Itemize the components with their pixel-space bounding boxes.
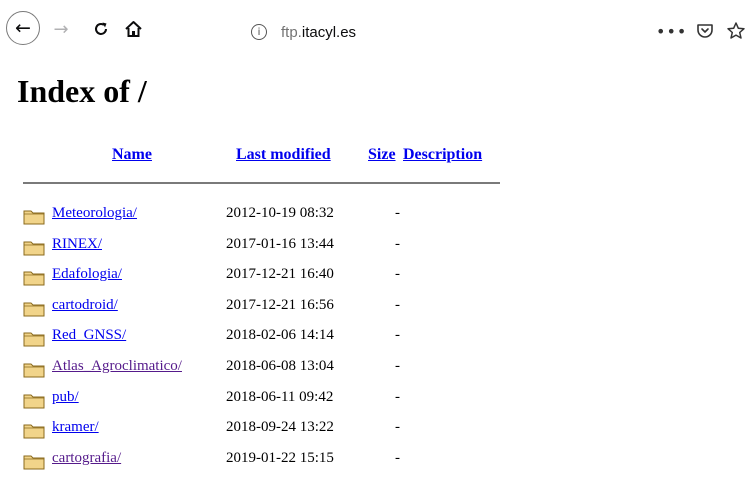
forward-button[interactable]: → [50,18,72,40]
last-modified: 2018-06-08 13:04 [226,358,334,374]
file-row: cartografia/2019-01-22 15:15 - [23,449,523,471]
last-modified: 2018-09-24 13:22 [226,419,334,435]
arrow-left-icon: ← [15,16,31,39]
folder-icon [23,210,45,225]
folder-icon [23,271,45,286]
file-row: Atlas_Agroclimatico/2018-06-08 13:04 - [23,357,523,379]
file-size: - [395,450,400,466]
arrow-right-icon: → [53,18,69,40]
info-icon[interactable]: i [251,24,267,40]
reload-button[interactable] [90,19,112,39]
page-title: Index of / [17,73,147,109]
file-link[interactable]: cartodroid/ [52,297,118,314]
file-row: Meteorologia/2012-10-19 08:32 - [23,204,523,226]
folder-icon [23,455,45,470]
column-header-last-modified[interactable]: Last modified [236,146,331,164]
file-link[interactable]: Atlas_Agroclimatico/ [52,358,182,375]
file-link[interactable]: Edafologia/ [52,266,122,283]
file-size: - [395,205,400,221]
browser-toolbar: ← → i ftp.itacyl.es ••• [0,0,756,68]
file-row: pub/2018-06-11 09:42 - [23,388,523,410]
folder-icon [23,363,45,378]
last-modified: 2018-02-06 14:14 [226,327,334,343]
folder-icon [23,332,45,347]
last-modified: 2017-01-16 13:44 [226,236,334,252]
file-row: cartodroid/2017-12-21 16:56 - [23,296,523,318]
header-divider [23,182,500,184]
url-bar[interactable]: i ftp.itacyl.es [234,18,646,46]
file-link[interactable]: pub/ [52,389,79,406]
folder-icon [23,241,45,256]
file-size: - [395,236,400,252]
file-link[interactable]: Red_GNSS/ [52,327,126,344]
file-size: - [395,297,400,313]
file-row: Red_GNSS/2018-02-06 14:14 - [23,326,523,348]
last-modified: 2017-12-21 16:56 [226,297,334,313]
last-modified: 2012-10-19 08:32 [226,205,334,221]
bookmark-star-icon[interactable] [726,21,746,41]
home-icon [124,21,142,37]
last-modified: 2017-12-21 16:40 [226,266,334,282]
url-host-rest: itacyl.es [301,23,357,41]
column-header-description[interactable]: Description [403,146,482,164]
file-row: kramer/2018-09-24 13:22 - [23,418,523,440]
file-row: Edafologia/2017-12-21 16:40 - [23,265,523,287]
file-size: - [395,327,400,343]
home-button[interactable] [122,19,144,39]
file-size: - [395,389,400,405]
file-link[interactable]: cartografia/ [52,450,121,467]
file-link[interactable]: kramer/ [52,419,99,436]
pocket-icon[interactable] [696,22,714,40]
file-link[interactable]: RINEX/ [52,236,102,253]
file-link[interactable]: Meteorologia/ [52,205,137,222]
file-row: RINEX/2017-01-16 13:44 - [23,235,523,257]
page-actions-icon[interactable]: ••• [656,22,687,41]
file-size: - [395,419,400,435]
column-header-size[interactable]: Size [368,146,396,164]
back-button[interactable]: ← [6,11,40,45]
last-modified: 2018-06-11 09:42 [226,389,334,405]
folder-icon [23,302,45,317]
last-modified: 2019-01-22 15:15 [226,450,334,466]
folder-icon [23,424,45,439]
file-size: - [395,266,400,282]
file-size: - [395,358,400,374]
url-text[interactable]: ftp.itacyl.es [281,24,356,41]
reload-icon [95,22,107,35]
column-header-name[interactable]: Name [112,146,152,164]
folder-icon [23,394,45,409]
